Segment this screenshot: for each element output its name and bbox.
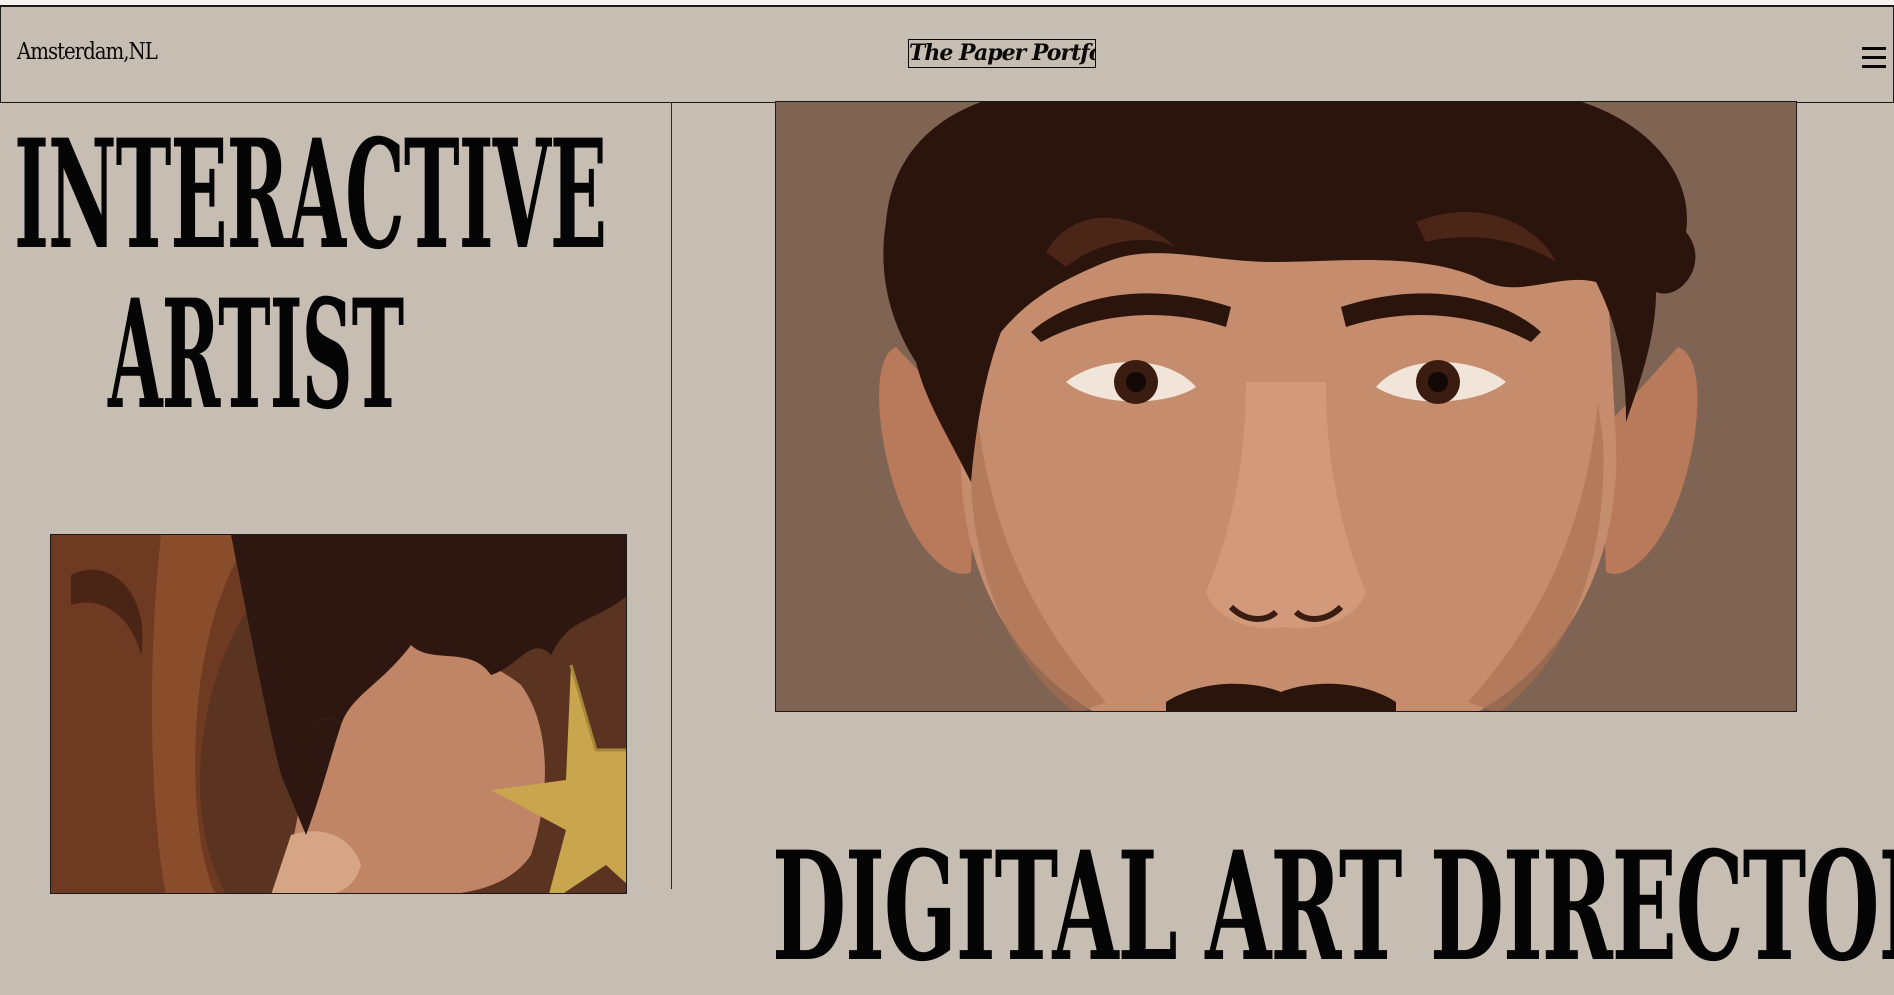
- hero-headline-line1: INTERACTIVE: [14, 107, 607, 283]
- hamburger-menu-icon[interactable]: [1862, 47, 1888, 73]
- site-logo[interactable]: The Paper Portfolio: [908, 39, 1096, 68]
- star-earring-portrait-illustration: [50, 534, 627, 894]
- location-text: Amsterdam,NL: [17, 39, 158, 65]
- menu-bar-bottom: [1862, 65, 1886, 68]
- menu-bar-middle: [1862, 56, 1886, 59]
- menu-bar-top: [1862, 47, 1886, 50]
- site-header: Amsterdam,NL The Paper Portfolio: [0, 6, 1894, 103]
- column-divider: [671, 102, 672, 889]
- digital-art-director-heading: DIGITAL ART DIRECTOR: [772, 819, 1894, 995]
- hero-headline-line2: ARTIST: [108, 267, 404, 443]
- male-face-portrait-illustration: [775, 101, 1797, 712]
